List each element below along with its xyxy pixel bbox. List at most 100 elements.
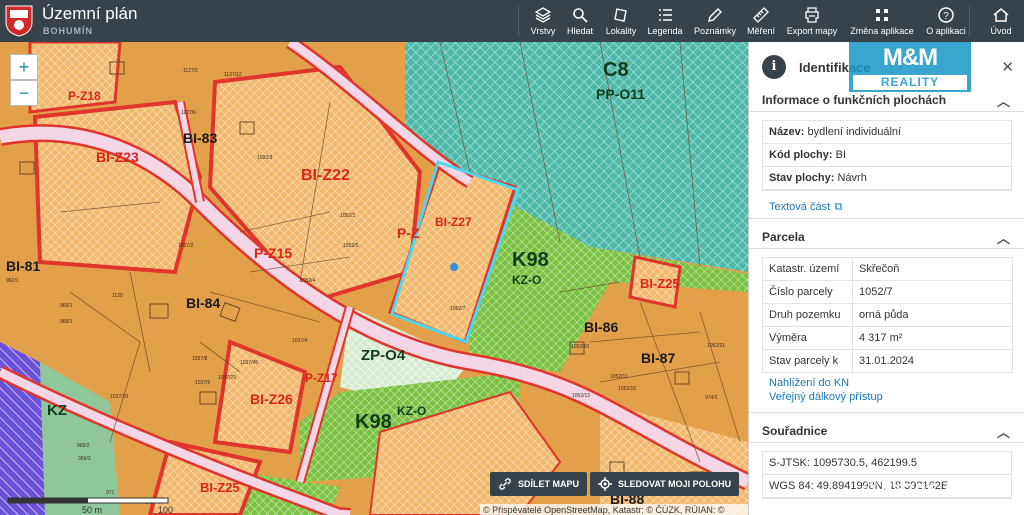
zone-label: PP-O11 [596, 86, 645, 102]
parcel-key: Druh pozemku [762, 303, 853, 327]
parcel-number: 1052/11 [610, 374, 628, 380]
section-parcel-heading: Parcela [762, 230, 805, 244]
bazos-watermark: @Bazos.cz [862, 478, 966, 498]
zone-label: BI-83 [183, 130, 217, 146]
zone-label: C8 [603, 59, 629, 81]
zone-label: KZ-O [397, 404, 426, 418]
parcel-key: Katastr. území [762, 257, 853, 281]
zoning-map[interactable]: P-Z18 BI-83 BI-Z23 BI-Z22 C8 PP-O11 P-Z BI-Z27 K… [0, 42, 748, 515]
parcel-number: 969/3 [78, 456, 91, 462]
toolbar-label: Úvod [990, 25, 1012, 36]
polygon-icon [614, 7, 627, 22]
parcel-number: 1052/13 [572, 393, 590, 399]
toolbar-label: Měření [746, 25, 775, 36]
section-functional-heading: Informace o funkčních plochách [762, 93, 947, 107]
parcel-value: 4 317 m² [852, 326, 1013, 350]
parcel-number: 1127/5 [183, 68, 198, 74]
parcel-number: 1052/4 [300, 278, 316, 284]
link-icon [499, 478, 511, 490]
external-link-icon: ⧉ [834, 201, 843, 213]
zone-label: BI-Z22 [301, 167, 350, 184]
printer-icon [805, 6, 819, 23]
grid-icon [876, 8, 888, 21]
top-toolbar: Územní plán BOHUMÍN Vrstvy Hledat Lokality… [0, 0, 1024, 42]
section-functional-areas[interactable]: Informace o funkčních plochách ︿ [749, 82, 1024, 112]
remote-access-link[interactable]: Veřejný dálkový přístup [769, 391, 1024, 403]
toolbar-printer-button[interactable]: Export mapy [783, 0, 841, 42]
text-part-link[interactable]: Textová část [769, 201, 830, 213]
cadastre-link[interactable]: Nahlížení do KN [769, 377, 1024, 389]
zone-label: ZP-O4 [361, 347, 406, 364]
app-title: Územní plán [42, 4, 138, 23]
zone-label: P-Z [397, 225, 420, 241]
parcel-number: 1052/10 [571, 344, 589, 350]
zone-label: BI-Z23 [96, 149, 139, 165]
toolbar-label: Vrstvy [530, 25, 556, 36]
track-location-button[interactable]: SLEDOVAT MOJI POLOHU [590, 472, 740, 496]
zone-label: BI-86 [584, 319, 618, 335]
zone-label: P-Z17 [305, 371, 338, 385]
parcel-number: 1052/21 [707, 343, 725, 349]
toolbar-list-button[interactable]: Legenda [643, 0, 687, 42]
zone-label: BI-87 [641, 350, 675, 366]
parcel-key: Stav parcely k [762, 349, 853, 373]
svg-text:?: ? [943, 11, 949, 22]
toolbar-ruler-button[interactable]: Měření [739, 0, 783, 42]
parcel-number: 974/2 [705, 395, 718, 401]
functional-row: Stav plochy: Návrh [763, 167, 1011, 190]
functional-value: Návrh [837, 172, 867, 184]
section-parcel[interactable]: Parcela ︿ [749, 219, 1024, 249]
zoom-in-button[interactable]: + [10, 54, 38, 80]
parcel-row: Výměra 4 317 m² [762, 326, 1013, 350]
parcel-key: Číslo parcely [762, 280, 853, 304]
track-location-label: SLEDOVAT MOJI POLOHU [618, 479, 732, 489]
chevron-up-icon: ︿ [996, 94, 1010, 109]
scale-label-50: 50 m [82, 505, 102, 515]
parcel-number: 969/1 [60, 303, 73, 309]
toolbar-pencil-button[interactable]: Poznámky [693, 0, 737, 42]
parcel-row: Katastr. území Skřečoň [762, 257, 1013, 281]
parcel-number: 1052/7 [450, 306, 466, 312]
parcel-table: Katastr. území Skřečoň Číslo parcely 1052/7… [762, 257, 1013, 373]
functional-key: Stav plochy: [769, 172, 835, 184]
toolbar-home-button[interactable]: Úvod [979, 0, 1023, 42]
sjtsk-coordinate: S-JTSK: 1095730.5, 462199.5 [763, 452, 1011, 475]
parcel-number: 1052/15 [618, 386, 636, 392]
functional-key: Název: [769, 126, 805, 138]
section-coordinates[interactable]: Souřadnice ︿ [749, 413, 1024, 443]
toolbar-help-button[interactable]: ? O aplikaci [924, 0, 968, 42]
zoom-out-button[interactable]: − [10, 80, 38, 106]
zone-label: BI-Z27 [435, 215, 472, 229]
parcel-row: Druh pozemku orná půda [762, 303, 1013, 327]
section-coordinates-heading: Souřadnice [762, 424, 828, 438]
zone-label: BI-84 [186, 295, 220, 311]
layers-icon [535, 6, 551, 23]
zone-label: BI-Z26 [250, 391, 293, 407]
help-icon: ? [938, 6, 954, 23]
close-panel-button[interactable]: ✕ [1001, 58, 1014, 76]
functional-key: Kód plochy: [769, 149, 833, 161]
toolbar-grid-button[interactable]: Změna aplikace [847, 0, 917, 42]
parcel-number: 969/2 [77, 443, 90, 449]
map-attribution: © Přispěvatelé OpenStreetMap, Katastr: ©… [480, 504, 748, 515]
parcel-number: 1037/19 [110, 394, 128, 400]
parcel-number: 1037/2 [178, 243, 194, 249]
chevron-up-icon: ︿ [996, 231, 1010, 246]
toolbar-polygon-button[interactable]: Lokality [599, 0, 643, 42]
toolbar-divider [969, 6, 970, 36]
toolbar-label: Poznámky [693, 25, 737, 36]
ruler-icon [753, 6, 769, 23]
parcel-number: 1129 [112, 293, 123, 299]
map-canvas[interactable]: P-Z18 BI-83 BI-Z23 BI-Z22 C8 PP-O11 P-Z BI-Z27 K… [0, 42, 748, 515]
toolbar-search-button[interactable]: Hledat [558, 0, 602, 42]
functional-value: BI [835, 149, 847, 161]
identification-panel: i Identifikace M&M REALITY ✕ Informace o… [748, 42, 1024, 515]
list-icon [659, 8, 672, 21]
brand-logo-top: M&M [882, 44, 938, 71]
share-map-button[interactable]: SDÍLET MAPU [490, 472, 588, 496]
parcel-number: 1032/3 [257, 155, 273, 161]
zone-label: BI-Z25 [200, 480, 240, 495]
parcel-number: 1037/8 [192, 356, 208, 362]
functional-row: Název: bydlení individuální [763, 121, 1011, 144]
toolbar-label: Lokality [605, 25, 637, 36]
